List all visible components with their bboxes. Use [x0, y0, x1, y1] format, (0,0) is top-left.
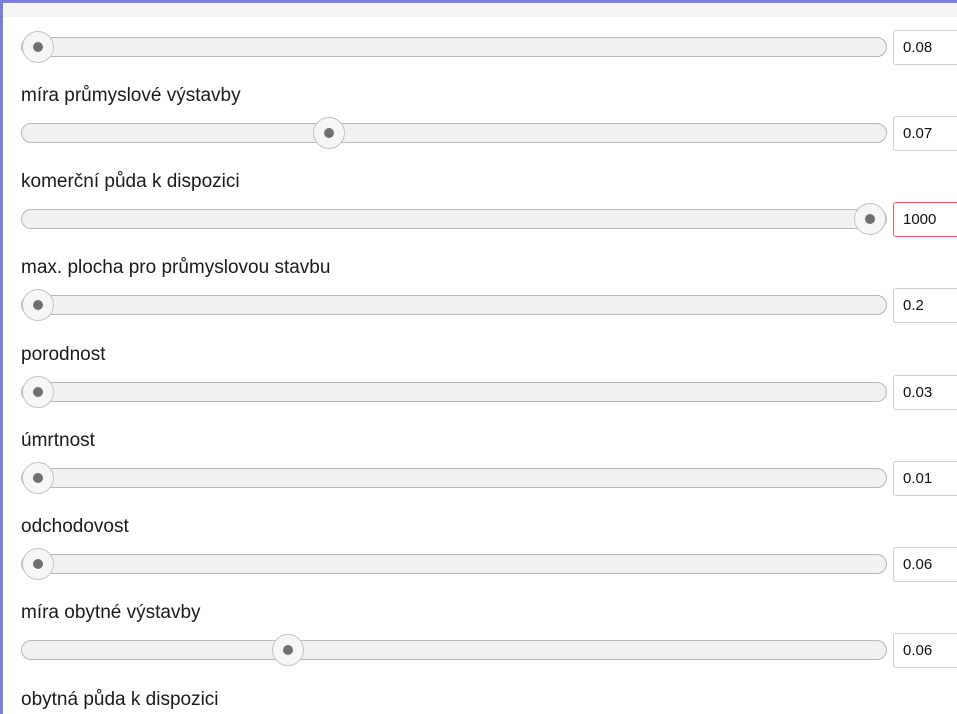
slider-thumb[interactable] — [22, 548, 54, 580]
slider-label: obytná půda k dispozici — [21, 689, 219, 710]
slider-value-input[interactable] — [893, 633, 957, 668]
panel-top-strip — [3, 3, 957, 17]
slider-label: porodnost — [21, 344, 106, 365]
slider-thumb[interactable] — [22, 31, 54, 63]
slider-thumb[interactable] — [22, 289, 54, 321]
thumb-dot-icon — [865, 214, 875, 224]
slider-row-4 — [3, 375, 957, 411]
slider-thumb[interactable] — [271, 634, 304, 666]
slider-track[interactable] — [21, 203, 887, 235]
slider-row-1 — [3, 116, 957, 152]
slider-label: míra průmyslové výstavby — [21, 85, 241, 106]
slider-value-input[interactable] — [893, 375, 957, 410]
slider-thumb[interactable] — [22, 376, 54, 408]
slider-label: odchodovost — [21, 516, 129, 537]
slider-label: úmrtnost — [21, 430, 95, 451]
slider-value-input[interactable] — [893, 461, 957, 496]
thumb-dot-icon — [33, 559, 43, 569]
slider-row-0 — [3, 30, 957, 66]
slider-label: max. plocha pro průmyslovou stavbu — [21, 257, 331, 278]
slider-value-input[interactable] — [893, 202, 957, 237]
thumb-dot-icon — [33, 473, 43, 483]
slider-value-input[interactable] — [893, 547, 957, 582]
slider-value-input[interactable] — [893, 288, 957, 323]
slider-value-input[interactable] — [893, 116, 957, 151]
slider-track[interactable] — [21, 462, 887, 494]
slider-row-2 — [3, 202, 957, 238]
slider-row-6 — [3, 547, 957, 583]
slider-value-input[interactable] — [893, 30, 957, 65]
thumb-dot-icon — [324, 128, 335, 138]
slider-row-7 — [3, 633, 957, 669]
thumb-dot-icon — [33, 42, 43, 52]
slider-track[interactable] — [21, 289, 887, 321]
slider-track[interactable] — [21, 117, 887, 149]
slider-track[interactable] — [21, 376, 887, 408]
slider-thumb[interactable] — [313, 117, 346, 149]
slider-thumb[interactable] — [854, 203, 886, 235]
thumb-dot-icon — [33, 300, 43, 310]
slider-track[interactable] — [21, 634, 887, 666]
slider-track[interactable] — [21, 548, 887, 580]
parameters-panel: míra průmyslové výstavby komerční půda k… — [0, 0, 957, 714]
thumb-dot-icon — [282, 645, 293, 655]
slider-label: míra obytné výstavby — [21, 602, 201, 623]
thumb-dot-icon — [33, 387, 43, 397]
slider-row-3 — [3, 288, 957, 324]
slider-row-5 — [3, 461, 957, 497]
slider-label: komerční půda k dispozici — [21, 171, 240, 192]
slider-thumb[interactable] — [22, 462, 54, 494]
slider-track[interactable] — [21, 31, 887, 63]
